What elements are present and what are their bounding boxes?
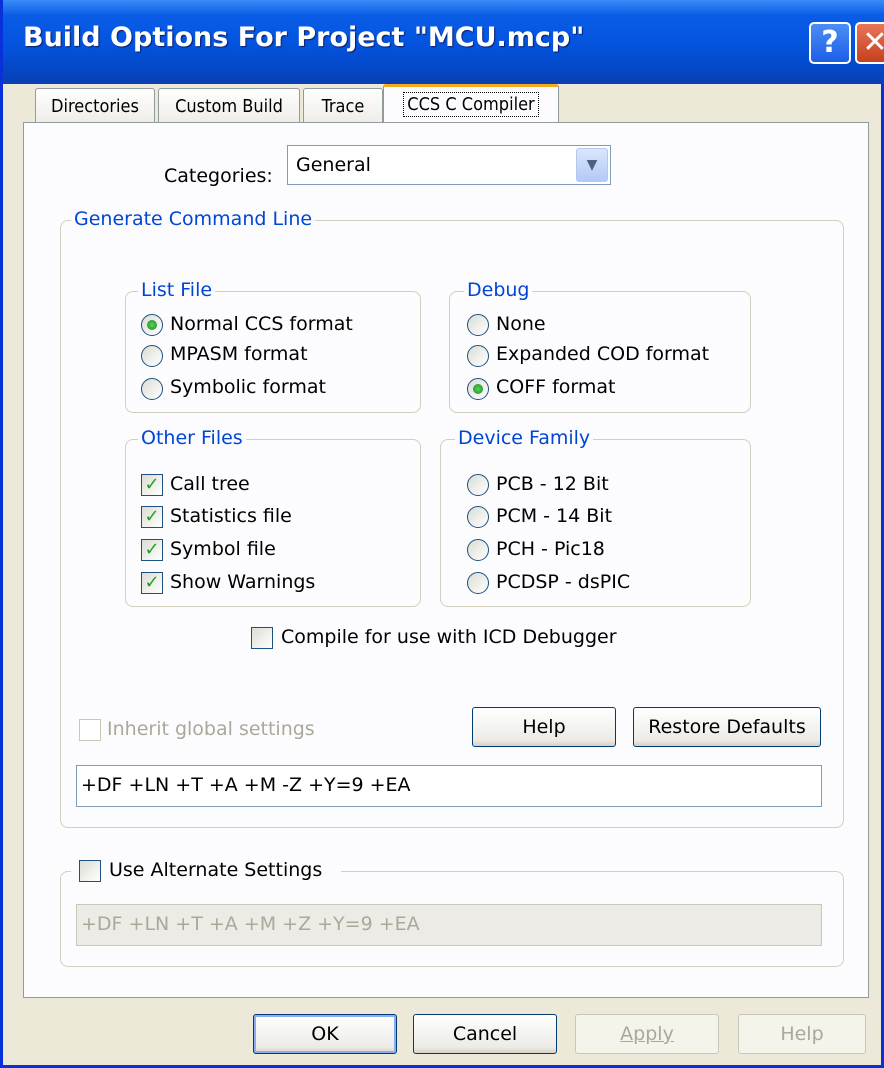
radio-debug-none[interactable] (467, 314, 489, 336)
pcm-label: PCM - 14 Bit (496, 505, 613, 527)
radio-pcdsp[interactable] (467, 572, 489, 594)
tab-bar: Directories Custom Build Trace CCS C Com… (3, 84, 884, 128)
close-icon[interactable]: ✕ (855, 22, 884, 64)
generate-command-line-title: Generate Command Line (71, 208, 316, 230)
normal-ccs-label: Normal CCS format (170, 313, 353, 335)
pcb-label: PCB - 12 Bit (496, 473, 609, 495)
statistics-file-label: Statistics file (170, 505, 292, 527)
tab-trace[interactable]: Trace (303, 88, 383, 126)
pcdsp-label: PCDSP - dsPIC (496, 571, 631, 593)
icd-debugger-checkbox[interactable] (251, 627, 273, 649)
radio-symbolic[interactable] (141, 378, 163, 400)
statistics-file-checkbox[interactable]: ✓ (141, 506, 163, 528)
radio-pcb[interactable] (467, 474, 489, 496)
cancel-button[interactable]: Cancel (413, 1014, 557, 1054)
tab-custom-build[interactable]: Custom Build (158, 88, 300, 126)
list-file-title: List File (138, 279, 216, 301)
radio-pcm[interactable] (467, 506, 489, 528)
call-tree-label: Call tree (170, 473, 250, 495)
title-bar[interactable]: Build Options For Project "MCU.mcp" ? ✕ (3, 0, 884, 84)
debug-group: Debug None Expanded COD format COFF form… (449, 279, 751, 413)
radio-expanded-cod[interactable] (467, 345, 489, 367)
other-files-title: Other Files (138, 427, 246, 449)
categories-select[interactable]: General ▼ (287, 145, 611, 185)
alternate-settings-label: Use Alternate Settings (109, 859, 323, 881)
alternate-settings-header: Use Alternate Settings (71, 858, 341, 884)
radio-pch[interactable] (467, 539, 489, 561)
tab-directories[interactable]: Directories (35, 88, 155, 126)
alternate-settings-group: Use Alternate Settings +DF +LN +T +A +M … (60, 858, 844, 967)
chevron-down-icon[interactable]: ▼ (576, 148, 608, 182)
categories-value: General (296, 154, 371, 176)
other-files-group: Other Files ✓ Call tree ✓ Statistics fil… (125, 427, 421, 607)
symbol-file-label: Symbol file (170, 538, 276, 560)
symbolic-label: Symbolic format (170, 376, 326, 398)
generate-command-line-group: Generate Command Line List File Normal C… (60, 208, 844, 828)
command-line-field[interactable]: +DF +LN +T +A +M -Z +Y=9 +EA (76, 765, 822, 807)
ccs-compiler-panel: Categories: General ▼ Generate Command L… (23, 122, 869, 998)
footer-help-button[interactable]: Help (738, 1014, 866, 1054)
debug-none-label: None (496, 313, 546, 335)
expanded-cod-label: Expanded COD format (496, 343, 710, 365)
radio-normal-ccs[interactable] (141, 314, 163, 336)
alternate-command-field[interactable]: +DF +LN +T +A +M +Z +Y=9 +EA (76, 904, 822, 946)
show-warnings-checkbox[interactable]: ✓ (141, 572, 163, 594)
inherit-global-checkbox[interactable] (79, 719, 101, 741)
radio-coff[interactable] (467, 378, 489, 400)
ok-button[interactable]: OK (253, 1014, 397, 1054)
inherit-global-label: Inherit global settings (107, 718, 315, 740)
call-tree-checkbox[interactable]: ✓ (141, 474, 163, 496)
list-file-group: List File Normal CCS format MPASM format… (125, 279, 421, 413)
help-button[interactable]: Help (472, 707, 616, 747)
coff-label: COFF format (496, 376, 616, 398)
debug-title: Debug (464, 279, 533, 301)
show-warnings-label: Show Warnings (170, 571, 316, 593)
mpasm-label: MPASM format (170, 343, 308, 365)
symbol-file-checkbox[interactable]: ✓ (141, 539, 163, 561)
build-options-dialog: Build Options For Project "MCU.mcp" ? ✕ … (0, 0, 884, 1068)
apply-button[interactable]: Apply (575, 1014, 719, 1054)
restore-defaults-button[interactable]: Restore Defaults (633, 707, 821, 747)
radio-mpasm[interactable] (141, 345, 163, 367)
window-title: Build Options For Project "MCU.mcp" (23, 22, 585, 53)
device-family-group: Device Family PCB - 12 Bit PCM - 14 Bit … (440, 427, 751, 607)
icd-debugger-label: Compile for use with ICD Debugger (281, 626, 617, 648)
categories-label: Categories: (164, 165, 273, 187)
alternate-settings-checkbox[interactable] (79, 860, 101, 882)
pch-label: PCH - Pic18 (496, 538, 605, 560)
help-icon[interactable]: ? (809, 22, 851, 64)
device-family-title: Device Family (455, 427, 594, 449)
